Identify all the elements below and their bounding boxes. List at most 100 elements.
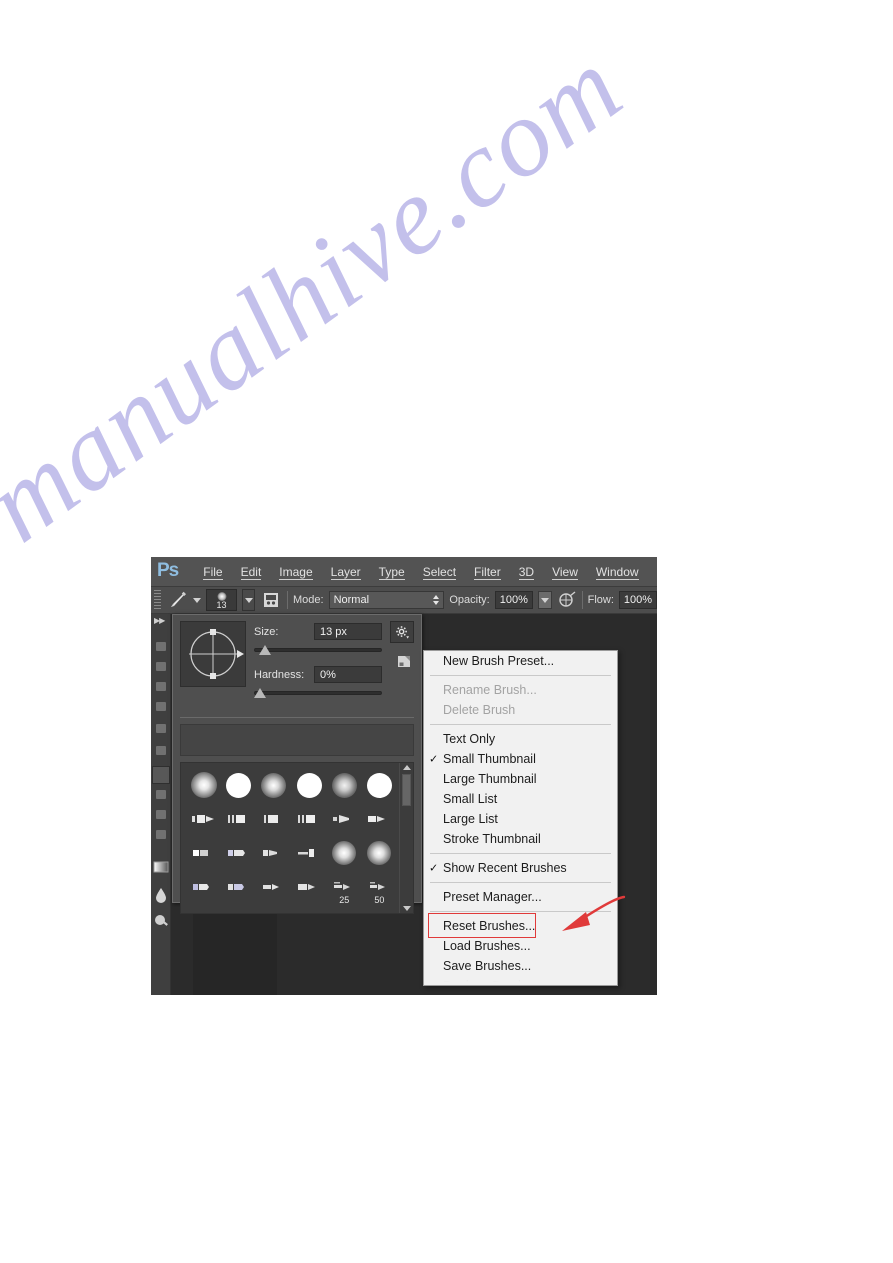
tool-lasso-icon[interactable] (156, 662, 166, 671)
blend-mode-spinner-icon (433, 595, 440, 605)
brush-preset-item[interactable]: 50 (364, 871, 394, 905)
brush-preset-item[interactable] (224, 871, 254, 903)
menu-item-large-list[interactable]: Large List (424, 809, 617, 829)
menu-item-reset-brushes[interactable]: Reset Brushes... (424, 916, 617, 936)
hardness-input[interactable]: 0% (314, 666, 382, 683)
chevron-down-icon (244, 597, 253, 603)
brush-picker-gear-button[interactable] (390, 621, 414, 643)
menu-item-label: Text Only (443, 732, 496, 746)
tool-eraser-icon[interactable] (156, 830, 166, 839)
brush-tool-icon[interactable] (168, 590, 188, 610)
menu-view[interactable]: View (543, 563, 587, 581)
tool-blur-droplet-icon[interactable] (153, 886, 169, 903)
opacity-slider-chevron-down-icon[interactable] (537, 591, 552, 609)
brush-preset-item[interactable] (259, 871, 289, 903)
airbrush-toggle-icon[interactable] (557, 591, 577, 609)
menu-item-text-only[interactable]: Text Only (424, 729, 617, 749)
size-slider-thumb[interactable] (259, 645, 272, 655)
brush-grid-scrollbar[interactable] (399, 763, 413, 913)
brush-preset-chevron-down-icon[interactable] (192, 597, 201, 603)
photoshop-logo: Ps (157, 559, 179, 581)
brush-preset-item[interactable] (364, 837, 394, 869)
menu-item-small-thumbnail[interactable]: ✓ Small Thumbnail (424, 749, 617, 769)
opacity-value-field[interactable]: 100% (494, 591, 533, 609)
tool-history-icon[interactable] (156, 810, 166, 819)
tool-crop-icon[interactable] (156, 702, 166, 711)
brush-preset-picker-chevron-icon[interactable] (242, 589, 256, 611)
tool-quickselect-icon[interactable] (156, 682, 166, 691)
menu-item-small-list[interactable]: Small List (424, 789, 617, 809)
blend-mode-select[interactable]: Normal (328, 591, 445, 609)
menu-item-label: Preset Manager... (443, 890, 542, 904)
brush-preset-item[interactable] (259, 769, 289, 801)
flow-value-field[interactable]: 100% (618, 591, 657, 609)
menu-filter[interactable]: Filter (465, 563, 510, 581)
brush-preset-item[interactable] (329, 803, 359, 835)
brush-preset-item[interactable] (224, 803, 254, 835)
options-bar-grip[interactable] (154, 590, 161, 610)
menu-layer[interactable]: Layer (322, 563, 370, 581)
tool-clone-icon[interactable] (156, 790, 166, 799)
brush-preset-item[interactable]: 25 (329, 871, 359, 905)
brush-preset-item[interactable] (259, 837, 289, 869)
create-new-brush-icon[interactable] (396, 653, 413, 670)
menu-edit[interactable]: Edit (232, 563, 271, 581)
menu-item-show-recent-brushes[interactable]: ✓ Show Recent Brushes (424, 858, 617, 878)
menu-type[interactable]: Type (370, 563, 414, 581)
menu-item-label: Large Thumbnail (443, 772, 537, 786)
tool-dodge-icon[interactable] (153, 912, 169, 928)
brush-presets-grid-container: 25 50 (180, 762, 414, 914)
brush-preset-item[interactable] (294, 837, 324, 869)
size-label: Size: (254, 625, 279, 638)
size-input[interactable]: 13 px (314, 623, 382, 640)
menu-item-label: Show Recent Brushes (443, 861, 567, 875)
brush-preset-item[interactable] (294, 803, 324, 835)
toggle-brush-panel-icon[interactable] (260, 590, 282, 610)
menu-3d[interactable]: 3D (510, 563, 543, 581)
scroll-down-arrow-icon[interactable] (402, 906, 411, 911)
tool-brush-selected[interactable] (152, 766, 170, 784)
brush-preset-item[interactable] (294, 871, 324, 903)
hardness-label: Hardness: (254, 668, 305, 681)
menu-window[interactable]: Window (587, 563, 648, 581)
scrollbar-thumb[interactable] (402, 774, 411, 806)
brush-preset-item[interactable] (189, 871, 219, 903)
menu-image[interactable]: Image (270, 563, 321, 581)
document-canvas[interactable] (193, 914, 277, 995)
hardness-slider-thumb[interactable] (254, 688, 266, 698)
size-slider[interactable] (254, 643, 382, 657)
brush-preset-item[interactable] (224, 769, 254, 801)
brush-preset-item-selected[interactable] (294, 769, 324, 801)
brush-preset-item[interactable] (329, 769, 359, 801)
menu-item-new-brush-preset[interactable]: New Brush Preset... (424, 651, 617, 671)
menu-item-load-brushes[interactable]: Load Brushes... (424, 936, 617, 956)
brush-preset-item[interactable] (224, 837, 254, 869)
brush-preset-item[interactable] (329, 837, 359, 869)
brush-preset-item[interactable] (259, 803, 289, 835)
brush-preset-item[interactable] (189, 769, 219, 801)
brush-size-indicator[interactable]: 13 (205, 589, 238, 611)
menu-item-label: Small Thumbnail (443, 752, 536, 766)
brush-preset-item[interactable] (364, 769, 394, 801)
menu-view-label: View (552, 564, 578, 580)
tool-eyedropper-icon[interactable] (156, 724, 166, 733)
menu-help[interactable]: Help (648, 563, 657, 581)
tool-marquee-icon[interactable] (156, 642, 166, 651)
expand-panel-chevron-icon[interactable]: ▶▶ (154, 616, 165, 625)
brush-preset-item[interactable] (364, 803, 394, 835)
check-icon: ✓ (429, 862, 439, 875)
hardness-slider[interactable] (254, 686, 382, 700)
menu-select[interactable]: Select (414, 563, 465, 581)
menu-separator (430, 853, 611, 854)
recent-brushes-strip[interactable] (180, 724, 414, 756)
menu-item-stroke-thumbnail[interactable]: Stroke Thumbnail (424, 829, 617, 849)
menu-file-label: File (203, 564, 223, 580)
brush-preset-item[interactable] (189, 837, 219, 869)
tool-healing-icon[interactable] (156, 746, 166, 755)
scroll-up-arrow-icon[interactable] (402, 765, 411, 770)
menu-item-large-thumbnail[interactable]: Large Thumbnail (424, 769, 617, 789)
menu-item-preset-manager[interactable]: Preset Manager... (424, 887, 617, 907)
brush-preset-item[interactable] (189, 803, 219, 835)
menu-file[interactable]: File (194, 563, 231, 581)
tool-gradient-icon[interactable] (153, 860, 169, 876)
